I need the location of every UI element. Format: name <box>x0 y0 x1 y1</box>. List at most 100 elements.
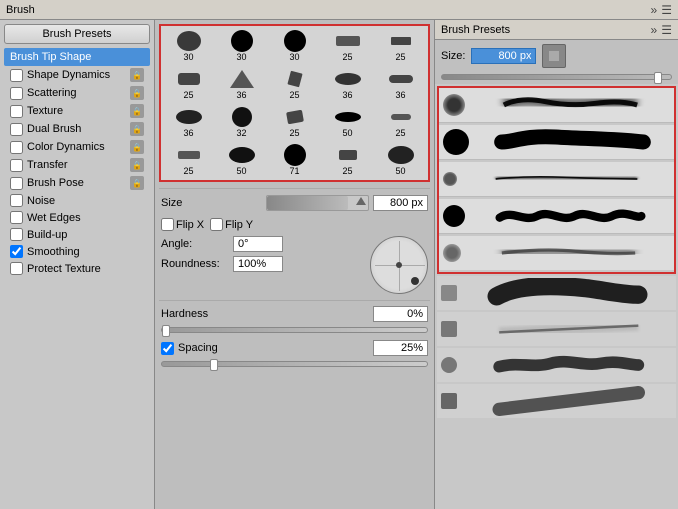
scattering-lock: 🔒 <box>130 86 144 100</box>
flip-x-label[interactable]: Flip X <box>161 218 204 231</box>
preset-icon-7 <box>441 321 457 337</box>
brush-cell-11[interactable]: 36 <box>163 104 214 140</box>
preset-stroke-3 <box>463 164 670 194</box>
brush-cell-16[interactable]: 25 <box>163 142 214 178</box>
right-collapse-icon[interactable]: » <box>651 23 658 37</box>
preset-item-4[interactable] <box>439 199 674 234</box>
sidebar-item-protect-texture[interactable]: Protect Texture <box>4 260 150 277</box>
size-label: Size <box>161 197 262 209</box>
wet-edges-checkbox[interactable] <box>10 211 23 224</box>
brush-cell-12[interactable]: 32 <box>216 104 267 140</box>
spacing-row: Spacing 25% <box>155 337 434 359</box>
flip-y-label[interactable]: Flip Y <box>210 218 253 231</box>
sidebar-item-texture[interactable]: Texture 🔒 <box>4 102 150 120</box>
hardness-value[interactable]: 0% <box>373 306 428 322</box>
angle-input[interactable] <box>233 236 283 252</box>
brush-cell-10[interactable]: 36 <box>375 66 426 102</box>
build-up-label: Build-up <box>27 229 144 241</box>
sidebar-item-dual-brush[interactable]: Dual Brush 🔒 <box>4 120 150 138</box>
right-size-input[interactable] <box>471 48 536 64</box>
smoothing-checkbox[interactable] <box>10 245 23 258</box>
brush-cell-13[interactable]: 25 <box>269 104 320 140</box>
main-container: Brush Presets Brush Tip Shape Shape Dyna… <box>0 20 678 509</box>
collapse-icon[interactable]: » <box>651 3 658 17</box>
noise-checkbox[interactable] <box>10 194 23 207</box>
spacing-label[interactable]: Spacing <box>161 342 369 355</box>
brush-cell-20[interactable]: 50 <box>375 142 426 178</box>
build-up-checkbox[interactable] <box>10 228 23 241</box>
separator-2 <box>159 300 430 301</box>
brush-cell-3[interactable]: 30 <box>269 28 320 64</box>
texture-checkbox[interactable] <box>10 105 23 118</box>
preset-item-9[interactable] <box>437 384 676 418</box>
flip-row: Flip X Flip Y <box>155 215 434 234</box>
roundness-input[interactable] <box>233 256 283 272</box>
brush-cell-4[interactable]: 25 <box>322 28 373 64</box>
shape-dynamics-lock: 🔒 <box>130 68 144 82</box>
sidebar-item-transfer[interactable]: Transfer 🔒 <box>4 156 150 174</box>
preset-item-1[interactable] <box>439 88 674 123</box>
sidebar-item-wet-edges[interactable]: Wet Edges <box>4 209 150 226</box>
right-size-label: Size: <box>441 50 465 62</box>
scattering-checkbox[interactable] <box>10 87 23 100</box>
menu-icon[interactable]: ☰ <box>661 3 672 17</box>
brush-cell-19[interactable]: 25 <box>322 142 373 178</box>
sidebar-item-build-up[interactable]: Build-up <box>4 226 150 243</box>
color-dynamics-checkbox[interactable] <box>10 141 23 154</box>
flip-y-checkbox[interactable] <box>210 218 223 231</box>
angle-diagram[interactable] <box>370 236 428 294</box>
brush-pose-checkbox[interactable] <box>10 177 23 190</box>
brush-pose-lock: 🔒 <box>130 176 144 190</box>
preset-item-7[interactable] <box>437 312 676 346</box>
sidebar-item-smoothing[interactable]: Smoothing <box>4 243 150 260</box>
brush-cell-9[interactable]: 36 <box>322 66 373 102</box>
brush-cell-5[interactable]: 25 <box>375 28 426 64</box>
preset-item-5[interactable] <box>439 236 674 270</box>
color-dynamics-label: Color Dynamics <box>27 141 130 153</box>
noise-label: Noise <box>27 195 144 207</box>
flip-x-checkbox[interactable] <box>161 218 174 231</box>
brush-cell-7[interactable]: 36 <box>216 66 267 102</box>
brush-cell-17[interactable]: 50 <box>216 142 267 178</box>
color-dynamics-lock: 🔒 <box>130 140 144 154</box>
preset-item-6[interactable] <box>437 276 676 310</box>
sidebar-item-brush-tip-shape[interactable]: Brush Tip Shape <box>4 48 150 66</box>
sidebar-item-shape-dynamics[interactable]: Shape Dynamics 🔒 <box>4 66 150 84</box>
sidebar-item-noise[interactable]: Noise <box>4 192 150 209</box>
brush-cell-1[interactable]: 30 <box>163 28 214 64</box>
brush-cell-15[interactable]: 25 <box>375 104 426 140</box>
protect-texture-checkbox[interactable] <box>10 262 23 275</box>
right-menu-icon[interactable]: ☰ <box>661 23 672 37</box>
dual-brush-checkbox[interactable] <box>10 123 23 136</box>
sidebar-item-scattering[interactable]: Scattering 🔒 <box>4 84 150 102</box>
spacing-value[interactable]: 25% <box>373 340 428 356</box>
brush-cell-18[interactable]: 71 <box>269 142 320 178</box>
transfer-checkbox[interactable] <box>10 159 23 172</box>
right-panel: Brush Presets » ☰ Size: <box>435 20 678 509</box>
preset-stroke-4 <box>471 201 670 231</box>
size-icon[interactable] <box>542 44 566 68</box>
brush-cell-6[interactable]: 25 <box>163 66 214 102</box>
brush-presets-button[interactable]: Brush Presets <box>4 24 150 44</box>
brush-cell-2[interactable]: 30 <box>216 28 267 64</box>
preset-item-2[interactable] <box>439 125 674 160</box>
brush-cell-14[interactable]: 50 <box>322 104 373 140</box>
preset-item-8[interactable] <box>437 348 676 382</box>
preset-dot-4 <box>443 205 465 227</box>
shape-dynamics-label: Shape Dynamics <box>27 69 130 81</box>
preset-group-selected <box>437 86 676 274</box>
preset-dot-1 <box>443 94 465 116</box>
shape-dynamics-checkbox[interactable] <box>10 69 23 82</box>
brush-cell-8[interactable]: 25 <box>269 66 320 102</box>
preset-item-3[interactable] <box>439 162 674 197</box>
sidebar-item-brush-pose[interactable]: Brush Pose 🔒 <box>4 174 150 192</box>
preset-icon-6 <box>441 285 457 301</box>
preset-icon-9 <box>441 393 457 409</box>
hardness-label: Hardness <box>161 308 369 320</box>
angle-label: Angle: <box>161 238 229 250</box>
brush-grid-selected: 30 30 30 25 25 <box>159 24 430 182</box>
sidebar-item-color-dynamics[interactable]: Color Dynamics 🔒 <box>4 138 150 156</box>
scattering-label: Scattering <box>27 87 130 99</box>
spacing-checkbox[interactable] <box>161 342 174 355</box>
size-value[interactable]: 800 px <box>373 195 428 211</box>
